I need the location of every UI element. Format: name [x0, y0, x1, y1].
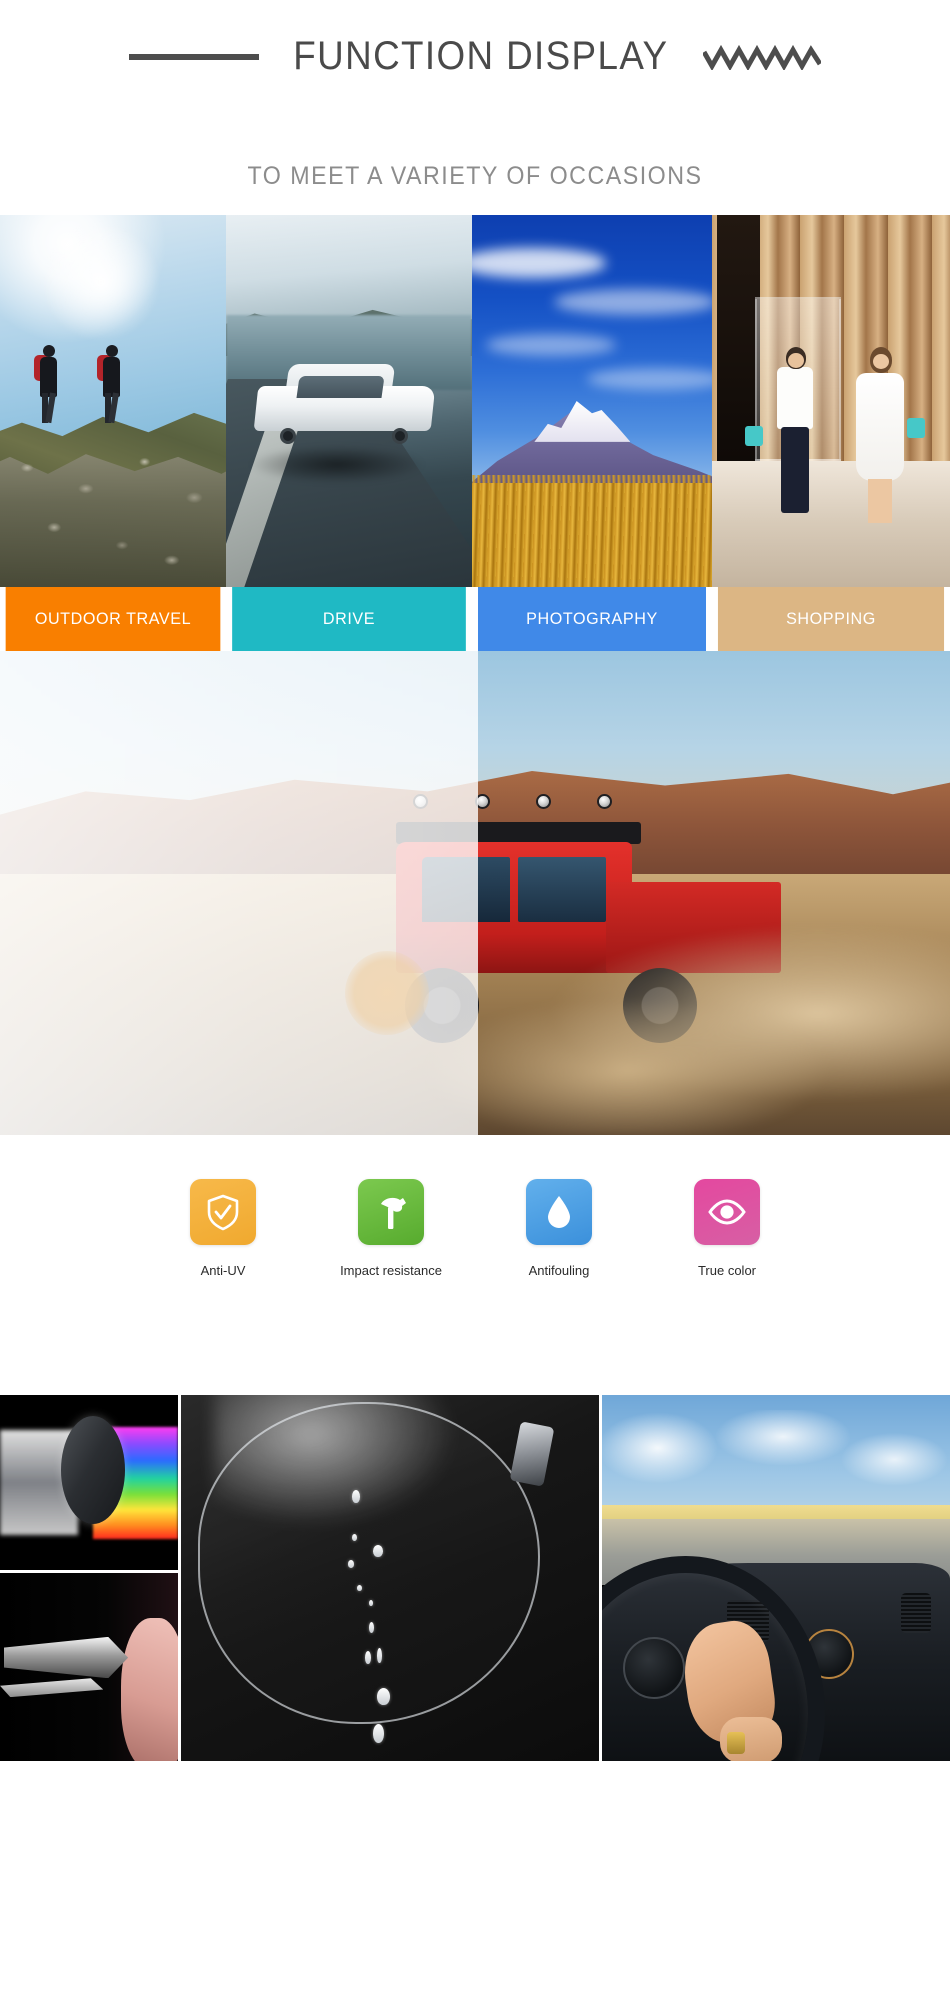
feature-antifouling[interactable]: Antifouling: [500, 1179, 618, 1278]
shield-check-icon: [207, 1194, 239, 1231]
feature-tile-impact-resistance: [358, 1179, 424, 1245]
occasion-photo-outdoor-travel: [0, 215, 226, 587]
feature-label-antifouling: Antifouling: [528, 1263, 590, 1278]
occasion-label-outdoor-travel: OUTDOOR TRAVEL: [5, 587, 221, 651]
hazy-overlay: [0, 651, 478, 1135]
before-after-section: BEFORE USING AFTER USING: [0, 651, 950, 1135]
page-subtitle: TO MEET A VARIETY OF OCCASIONS: [247, 162, 703, 190]
occasion-label-drive: DRIVE: [232, 587, 466, 651]
feature-impact-resistance[interactable]: Impact resistance: [332, 1179, 450, 1278]
gallery-tile-water-drops-on-lens[interactable]: [181, 1395, 599, 1761]
occasions-gallery: OUTDOOR TRAVEL DRIVE PHOTOGRAPHY SHOPPIN…: [0, 215, 950, 651]
feature-label-anti-uv: Anti-UV: [200, 1263, 246, 1278]
title-row: FUNCTION DISPLAY: [0, 34, 950, 79]
before-after-photo: [0, 651, 950, 1135]
title-rule-decoration: [129, 53, 260, 60]
gallery-tile-driving-view-steering-wheel[interactable]: [602, 1395, 950, 1761]
gallery-column-left: [0, 1395, 178, 1761]
feature-label-true-color: True color: [697, 1263, 757, 1278]
gallery-tile-prism-lens-spectrum[interactable]: [0, 1395, 178, 1570]
occasion-photo-drive: [226, 215, 472, 587]
occasion-card-outdoor-travel[interactable]: OUTDOOR TRAVEL: [0, 215, 226, 651]
lens-flare-icon: [345, 951, 429, 1035]
hammer-icon: [381, 1197, 406, 1229]
gallery-tile-needle-touch-lens[interactable]: [0, 1573, 178, 1761]
page-title: FUNCTION DISPLAY: [293, 34, 669, 78]
feature-tile-antifouling: [526, 1179, 592, 1245]
occasion-photo-photography: [472, 215, 712, 587]
zigzag-icon: [702, 44, 821, 70]
occasion-label-shopping: SHOPPING: [717, 587, 945, 651]
occasion-card-shopping[interactable]: SHOPPING: [712, 215, 950, 651]
feature-true-color[interactable]: True color: [668, 1179, 786, 1278]
occasion-card-drive[interactable]: DRIVE: [226, 215, 472, 651]
feature-label-impact-resistance: Impact resistance: [340, 1263, 442, 1278]
product-gallery: [0, 1379, 950, 1761]
feature-anti-uv[interactable]: Anti-UV: [164, 1179, 282, 1278]
occasion-photo-shopping: [712, 215, 950, 587]
feature-tile-anti-uv: [190, 1179, 256, 1245]
occasion-card-photography[interactable]: PHOTOGRAPHY: [472, 215, 712, 651]
water-drop-icon: [548, 1196, 570, 1228]
eye-icon: [708, 1199, 746, 1225]
occasion-label-photography: PHOTOGRAPHY: [478, 587, 706, 651]
page-header: FUNCTION DISPLAY TO MEET A VARIETY OF OC…: [0, 0, 950, 215]
feature-icons-row: Anti-UV Impact resistance Antifouling Tr…: [0, 1135, 950, 1379]
feature-tile-true-color: [694, 1179, 760, 1245]
